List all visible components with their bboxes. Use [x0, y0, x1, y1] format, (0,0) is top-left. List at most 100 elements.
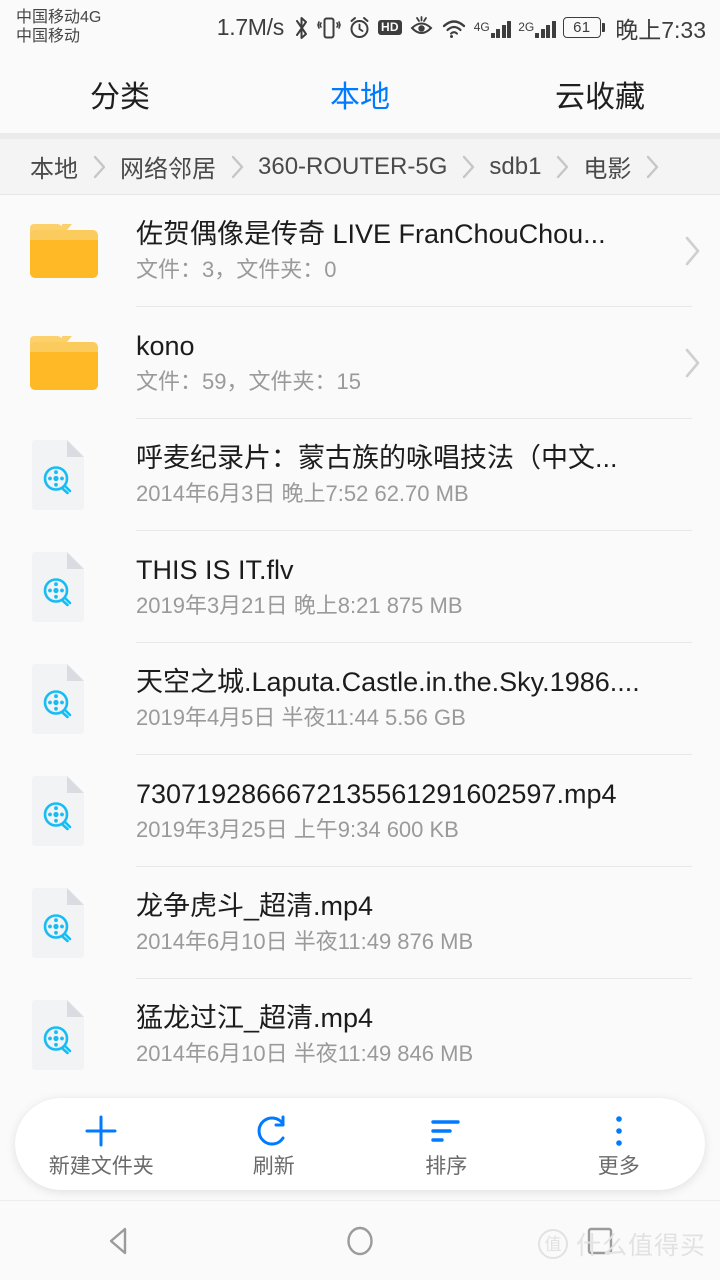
file-text-cell: 佐贺偶像是传奇 LIVE FranChouChou... 文件：3，文件夹：0: [136, 219, 662, 282]
file-icon-cell: [30, 552, 136, 622]
hd-icon: HD: [377, 20, 402, 35]
new-folder-label: 新建文件夹: [48, 1155, 154, 1178]
list-item[interactable]: 呼麦纪录片：蒙古族的咏唱技法（中文... 2014年6月3日 晚上7:52 62…: [0, 419, 720, 531]
chevron-right-icon: [631, 154, 673, 180]
carrier-line-2: 中国移动: [16, 27, 81, 45]
signal-bars-secondary: [535, 18, 556, 38]
file-name: 猛龙过江_超清.mp4: [136, 1003, 374, 1034]
file-list[interactable]: 佐贺偶像是传奇 LIVE FranChouChou... 文件：3，文件夹：0 …: [0, 195, 720, 1088]
folder-icon: [30, 224, 98, 278]
file-meta: 2019年3月21日 晚上8:21 875 MB: [136, 593, 463, 619]
refresh-label: 刷新: [252, 1155, 295, 1178]
breadcrumb-item-4[interactable]: 电影: [583, 149, 631, 184]
tab-bar: 分类 本地 云收藏: [0, 55, 720, 133]
list-item[interactable]: 佐贺偶像是传奇 LIVE FranChouChou... 文件：3，文件夹：0: [0, 195, 720, 307]
bluetooth-icon: [293, 15, 310, 41]
file-text-cell: 龙争虎斗_超清.mp4 2014年6月10日 半夜11:49 876 MB: [136, 891, 662, 954]
bottom-toolbar: 新建文件夹 刷新 排序 更多: [15, 1098, 705, 1190]
file-meta: 2014年6月3日 晚上7:52 62.70 MB: [136, 481, 469, 507]
carrier-info: 中国移动4G 中国移动: [16, 9, 101, 47]
chevron-right-icon: [541, 154, 583, 180]
list-item[interactable]: 猛龙过江_超清.mp4 2014年6月10日 半夜11:49 846 MB: [0, 979, 720, 1088]
eye-care-icon: [409, 15, 434, 41]
tab-local[interactable]: 本地: [240, 55, 480, 133]
signal-label-4g: 4G: [473, 19, 490, 34]
breadcrumb-item-0[interactable]: 本地: [30, 149, 78, 184]
file-icon-cell: [30, 440, 136, 510]
chevron-right-icon: [216, 154, 258, 180]
file-icon-cell: [30, 888, 136, 958]
folder-icon: [30, 336, 98, 390]
refresh-button[interactable]: 刷新: [188, 1098, 361, 1190]
tab-local-label: 本地: [330, 81, 390, 114]
file-name: 佐贺偶像是传奇 LIVE FranChouChou...: [136, 219, 606, 250]
file-icon-cell: [30, 224, 136, 278]
sort-icon: [424, 1111, 468, 1151]
back-triangle-icon[interactable]: [0, 1201, 240, 1280]
file-meta: 文件：59，文件夹：15: [136, 369, 361, 395]
file-meta: 2014年6月10日 半夜11:49 876 MB: [136, 929, 474, 955]
file-text-cell: 天空之城.Laputa.Castle.in.the.Sky.1986.... 2…: [136, 667, 662, 730]
file-meta: 2014年6月10日 半夜11:49 846 MB: [136, 1041, 474, 1067]
file-meta: 2019年4月5日 半夜11:44 5.56 GB: [136, 705, 466, 731]
row-chevron-icon[interactable]: [662, 346, 702, 380]
tab-cloud-favorites[interactable]: 云收藏: [480, 55, 720, 133]
vibrate-icon: [317, 15, 341, 41]
video-file-icon: [30, 664, 86, 734]
signal-icon-primary: 4G: [474, 18, 512, 38]
list-item[interactable]: 7307192866672135561291602597.mp4 2019年3月…: [0, 755, 720, 867]
new-folder-button[interactable]: 新建文件夹: [15, 1098, 188, 1190]
breadcrumb-item-2[interactable]: 360-ROUTER-5G: [258, 153, 447, 181]
file-icon-cell: [30, 1000, 136, 1070]
home-circle-icon[interactable]: [240, 1201, 480, 1280]
file-icon-cell: [30, 776, 136, 846]
status-bar: 中国移动4G 中国移动 1.7M/s HD 4G 2G 61 晚上7:33: [0, 0, 720, 55]
video-file-icon: [30, 1000, 86, 1070]
file-meta: 文件：3，文件夹：0: [136, 257, 337, 283]
carrier-line-1: 中国移动4G: [16, 8, 102, 26]
alarm-icon: [348, 15, 371, 41]
file-icon-cell: [30, 336, 136, 390]
signal-icon-secondary: 2G: [518, 18, 556, 38]
row-chevron-icon[interactable]: [662, 234, 702, 268]
list-item[interactable]: kono 文件：59，文件夹：15: [0, 307, 720, 419]
sort-button[interactable]: 排序: [360, 1098, 533, 1190]
file-name: kono: [136, 331, 195, 362]
file-text-cell: 7307192866672135561291602597.mp4 2019年3月…: [136, 779, 662, 842]
more-label: 更多: [597, 1155, 640, 1178]
breadcrumb-item-1[interactable]: 网络邻居: [120, 149, 216, 184]
battery-icon: 61: [562, 17, 606, 38]
file-meta: 2019年3月25日 上午9:34 600 KB: [136, 817, 459, 843]
network-speed: 1.7M/s: [216, 14, 285, 40]
recents-square-icon[interactable]: [480, 1201, 720, 1280]
tab-categories[interactable]: 分类: [0, 55, 240, 133]
file-text-cell: 呼麦纪录片：蒙古族的咏唱技法（中文... 2014年6月3日 晚上7:52 62…: [136, 443, 662, 506]
battery-level: 61: [562, 17, 601, 38]
file-name: 7307192866672135561291602597.mp4: [136, 779, 617, 810]
sort-label: 排序: [425, 1155, 468, 1178]
tab-cloud-favorites-label: 云收藏: [555, 81, 645, 114]
more-vertical-icon: [597, 1111, 641, 1151]
tab-bar-separator: [0, 133, 720, 139]
list-item[interactable]: 龙争虎斗_超清.mp4 2014年6月10日 半夜11:49 876 MB: [0, 867, 720, 979]
phone-screen: 中国移动4G 中国移动 1.7M/s HD 4G 2G 61 晚上7:33 分类…: [0, 0, 720, 1280]
status-clock: 晚上7:33: [615, 16, 706, 43]
file-text-cell: 猛龙过江_超清.mp4 2014年6月10日 半夜11:49 846 MB: [136, 1003, 662, 1066]
file-name: THIS IS IT.flv: [136, 555, 294, 586]
refresh-icon: [252, 1111, 296, 1151]
file-name: 天空之城.Laputa.Castle.in.the.Sky.1986....: [136, 667, 640, 698]
plus-icon: [79, 1111, 123, 1151]
signal-label-2g: 2G: [518, 19, 535, 34]
android-nav-bar: 值 什么值得买: [0, 1200, 720, 1280]
breadcrumb-item-3[interactable]: sdb1: [489, 153, 541, 181]
file-name: 龙争虎斗_超清.mp4: [136, 891, 374, 922]
list-item[interactable]: THIS IS IT.flv 2019年3月21日 晚上8:21 875 MB: [0, 531, 720, 643]
video-file-icon: [30, 440, 86, 510]
breadcrumb[interactable]: 本地 网络邻居 360-ROUTER-5G sdb1 电影: [0, 139, 720, 195]
video-file-icon: [30, 776, 86, 846]
more-button[interactable]: 更多: [533, 1098, 706, 1190]
list-item[interactable]: 天空之城.Laputa.Castle.in.the.Sky.1986.... 2…: [0, 643, 720, 755]
chevron-right-icon: [447, 154, 489, 180]
battery-cap: [602, 23, 606, 32]
file-icon-cell: [30, 664, 136, 734]
